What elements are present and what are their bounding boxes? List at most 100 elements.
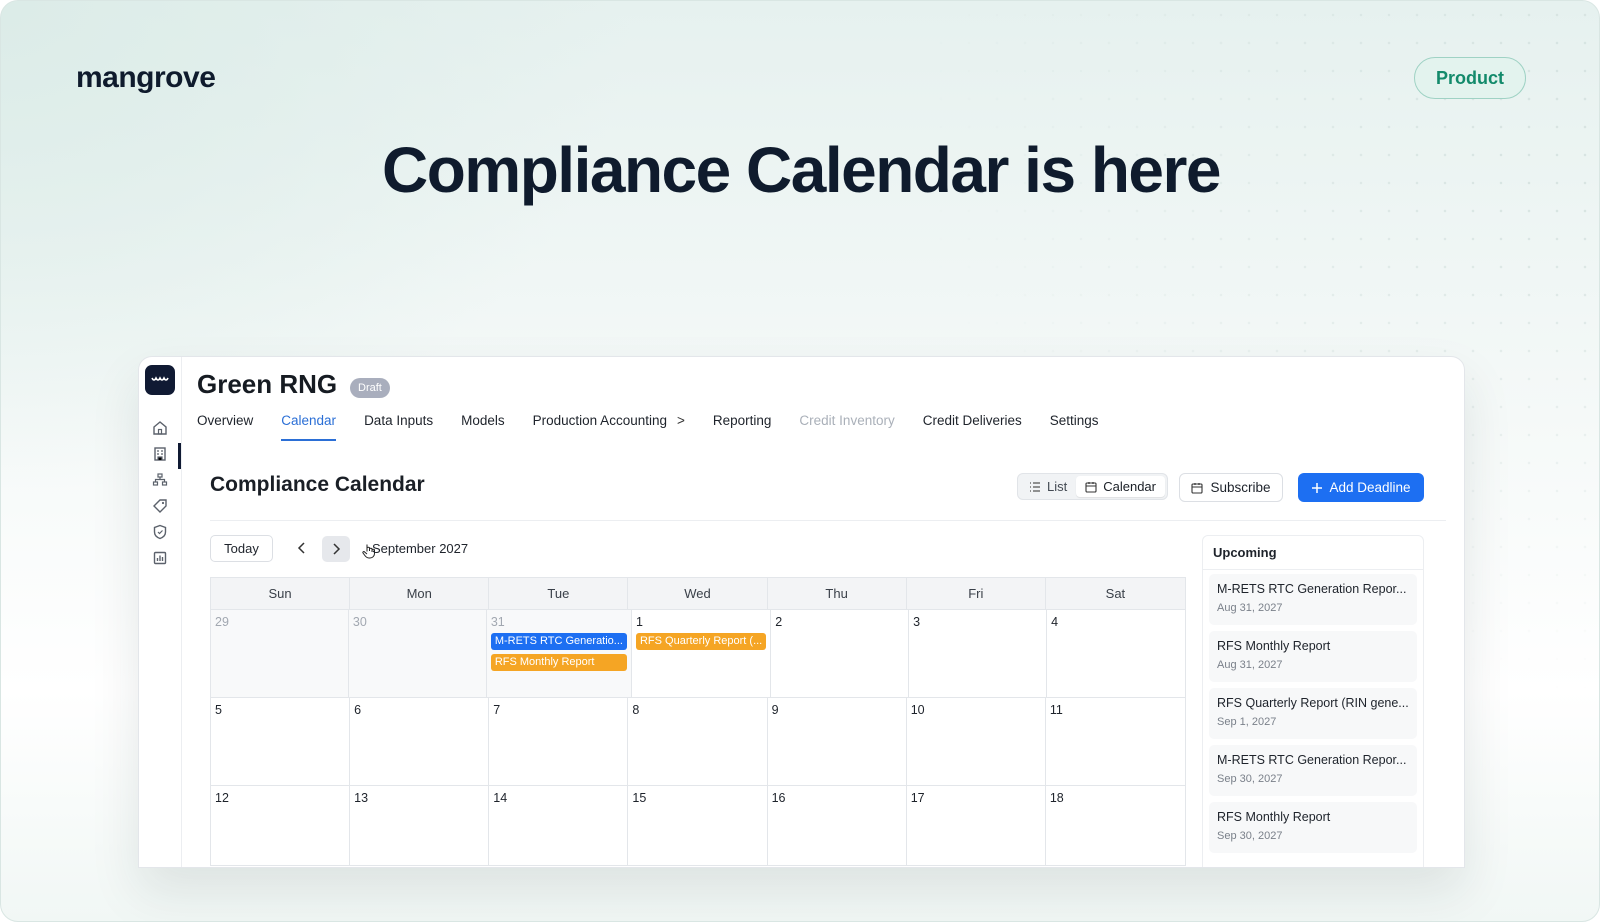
day-number: 30: [352, 615, 367, 629]
org-chart-icon[interactable]: [151, 471, 169, 489]
chevron-left-icon[interactable]: [292, 538, 312, 558]
calendar-day[interactable]: 8: [628, 698, 768, 785]
calendar-day[interactable]: 10: [907, 698, 1046, 785]
day-number: 7: [493, 703, 501, 717]
upcoming-item-title: M-RETS RTC Generation Repor...: [1217, 753, 1407, 767]
calendar-week: 29 30 31 M-RETS RTC Generatio... RFS Monthly…: [211, 610, 1185, 698]
upcoming-item-date: Sep 1, 2027: [1217, 716, 1277, 728]
plus-icon: [1312, 482, 1323, 493]
tab-label: Calendar: [281, 413, 337, 428]
building-icon[interactable]: [151, 445, 169, 463]
calendar-week: 5 6 7 8 9 10 11: [211, 698, 1185, 786]
list-icon: [1030, 481, 1040, 492]
app-logo-icon[interactable]: [145, 365, 175, 395]
calendar-icon: [1191, 482, 1204, 494]
subscribe-button[interactable]: Subscribe: [1179, 473, 1283, 502]
tab-settings[interactable]: Settings: [1050, 413, 1099, 441]
icon-rail: [139, 357, 182, 867]
upcoming-item[interactable]: RFS Monthly Report Aug 31, 2027: [1209, 631, 1417, 682]
report-icon[interactable]: [151, 549, 169, 567]
upcoming-item-date: Sep 30, 2027: [1217, 773, 1283, 785]
upcoming-item-date: Aug 31, 2027: [1217, 602, 1283, 614]
upcoming-item[interactable]: RFS Quarterly Report (RIN gene... Sep 1, …: [1209, 688, 1417, 739]
calendar-day[interactable]: 3: [909, 610, 1048, 697]
calendar-event[interactable]: RFS Monthly Report: [490, 654, 627, 671]
tab-credit-inventory: Credit Inventory: [799, 413, 894, 441]
tab-overview[interactable]: Overview: [197, 413, 253, 441]
app-window: Green RNG Draft Overview Calendar Data I…: [138, 356, 1465, 868]
shield-icon[interactable]: [151, 523, 169, 541]
calendar-day[interactable]: 14: [489, 786, 629, 865]
weekday-label: Fri: [907, 578, 1046, 609]
tag-icon[interactable]: [151, 497, 169, 515]
weekday-label: Thu: [768, 578, 907, 609]
view-toggle: List Calendar: [1017, 473, 1168, 500]
main-panel: Green RNG Draft Overview Calendar Data I…: [182, 357, 1464, 867]
today-button[interactable]: Today: [210, 535, 273, 562]
calendar-grid: Sun Mon Tue Wed Thu Fri Sat 29 30 31 M-RETS…: [210, 577, 1186, 866]
view-list-option[interactable]: List: [1020, 476, 1076, 497]
calendar-day[interactable]: 29: [211, 610, 349, 697]
tab-label: Reporting: [712, 413, 772, 428]
calendar-day[interactable]: 4: [1047, 610, 1185, 697]
view-calendar-option[interactable]: Calendar: [1076, 476, 1165, 497]
tab-credit-deliveries[interactable]: Credit Deliveries: [923, 413, 1022, 441]
divider: [1203, 569, 1423, 570]
calendar-day[interactable]: 18: [1046, 786, 1185, 865]
day-number: 9: [771, 703, 779, 717]
day-number: 16: [771, 791, 786, 805]
hero-banner: mangrove Product Compliance Calendar is …: [0, 0, 1600, 922]
calendar-week: 12 13 14 15 16 17 18: [211, 786, 1185, 866]
calendar-day[interactable]: 2: [771, 610, 910, 697]
tab-models[interactable]: Models: [461, 413, 505, 441]
calendar-day[interactable]: 9: [768, 698, 907, 785]
weekday-label: Sun: [211, 578, 351, 609]
day-number: 2: [775, 615, 783, 629]
calendar-day[interactable]: 30: [348, 610, 487, 697]
day-number: 15: [632, 791, 647, 805]
calendar-day[interactable]: 15: [628, 786, 768, 865]
view-calendar-label: Calendar: [1103, 479, 1156, 494]
day-number: 31: [490, 615, 505, 629]
calendar-day[interactable]: 5: [211, 698, 351, 785]
upcoming-item[interactable]: RFS Monthly Report Sep 30, 2027: [1209, 802, 1417, 853]
day-number: 11: [1049, 703, 1063, 717]
tab-reporting[interactable]: Reporting: [713, 413, 772, 441]
calendar-event[interactable]: M-RETS RTC Generatio...: [490, 633, 627, 650]
calendar-day[interactable]: 7: [489, 698, 629, 785]
calendar-day[interactable]: 6: [350, 698, 490, 785]
calendar-day[interactable]: 13: [350, 786, 490, 865]
home-icon[interactable]: [151, 419, 169, 437]
tab-label: Credit Deliveries: [922, 413, 1022, 428]
upcoming-item[interactable]: M-RETS RTC Generation Repor... Aug 31, 20…: [1209, 574, 1417, 625]
add-deadline-button[interactable]: Add Deadline: [1298, 473, 1424, 502]
upcoming-title: Upcoming: [1213, 545, 1277, 560]
calendar-day[interactable]: 1 RFS Quarterly Report (...: [632, 610, 772, 697]
upcoming-list: M-RETS RTC Generation Repor... Aug 31, 20…: [1209, 574, 1417, 859]
day-number: 18: [1049, 791, 1064, 805]
tab-label: Settings: [1049, 413, 1099, 428]
day-number: 17: [910, 791, 925, 805]
add-deadline-label: Add Deadline: [1329, 480, 1411, 495]
day-number: 29: [215, 615, 229, 629]
calendar-day[interactable]: 12: [211, 786, 351, 865]
calendar-day[interactable]: 17: [907, 786, 1046, 865]
calendar-event[interactable]: RFS Quarterly Report (...: [635, 633, 767, 650]
calendar-day[interactable]: 11: [1046, 698, 1185, 785]
tab-production-accounting[interactable]: Production Accounting >: [533, 413, 685, 441]
day-number: 1: [635, 615, 643, 629]
day-number: 12: [215, 791, 229, 805]
calendar-day[interactable]: 31 M-RETS RTC Generatio... RFS Monthly Rep…: [486, 610, 632, 697]
day-number: 6: [354, 703, 362, 717]
upcoming-item[interactable]: M-RETS RTC Generation Repor... Sep 30, 20…: [1209, 745, 1417, 796]
chevron-right-icon: >: [676, 413, 685, 428]
tab-calendar[interactable]: Calendar: [281, 413, 336, 441]
chevron-right-icon[interactable]: [322, 536, 350, 562]
tab-data-inputs[interactable]: Data Inputs: [364, 413, 433, 441]
day-number: 4: [1051, 615, 1059, 629]
product-badge: Product: [1414, 57, 1526, 99]
calendar-day[interactable]: 16: [768, 786, 907, 865]
day-number: 8: [632, 703, 640, 717]
tab-label: Data Inputs: [364, 413, 434, 428]
subscribe-label: Subscribe: [1210, 480, 1271, 495]
